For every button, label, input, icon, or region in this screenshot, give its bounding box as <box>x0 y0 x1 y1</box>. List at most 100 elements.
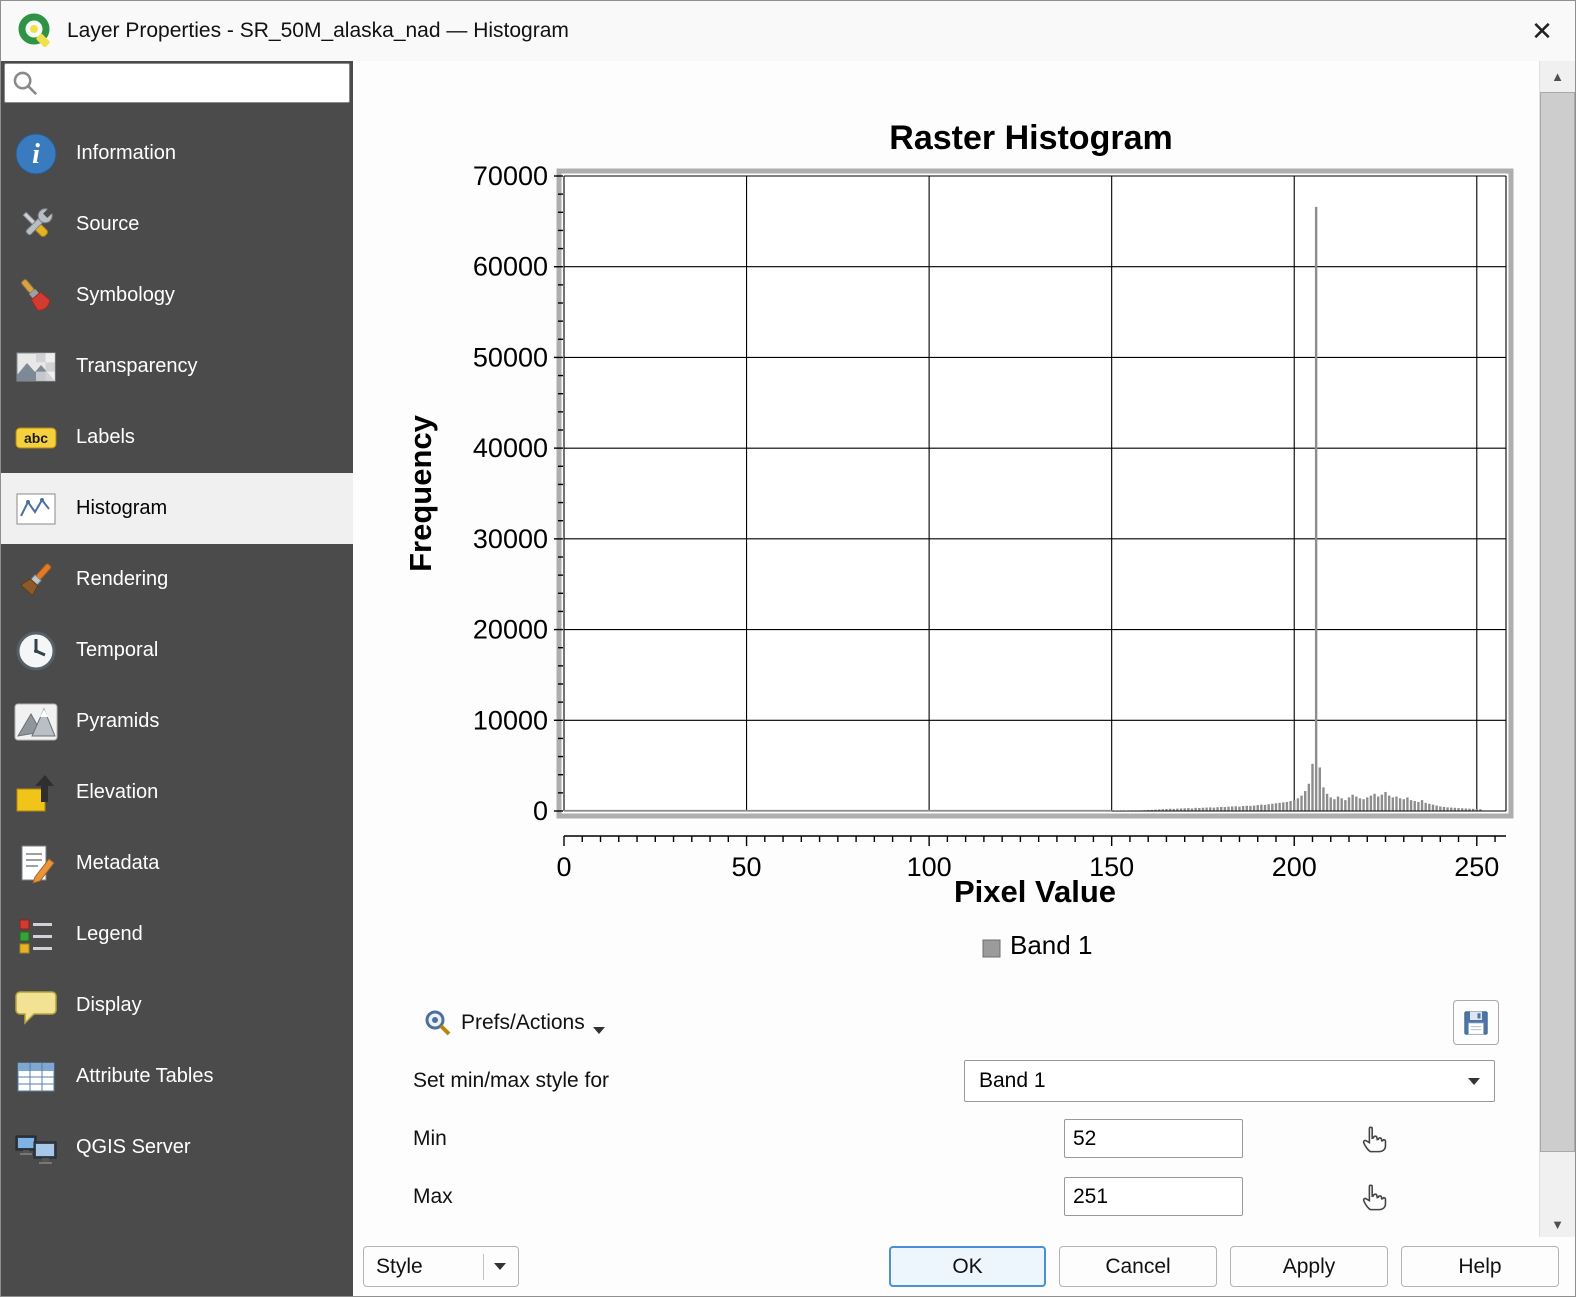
sidebar-item-source[interactable]: Source <box>1 189 353 260</box>
metadata-icon <box>14 842 58 886</box>
apply-button[interactable]: Apply <box>1230 1246 1388 1287</box>
sidebar-search-input[interactable] <box>5 64 349 102</box>
sidebar-item-temporal[interactable]: Temporal <box>1 615 353 686</box>
svg-text:Band 1: Band 1 <box>1010 930 1092 960</box>
info-icon: i <box>14 132 58 176</box>
sidebar-item-label: Display <box>76 994 142 1017</box>
window-title: Layer Properties - SR_50M_alaska_nad — H… <box>67 19 569 43</box>
pick-min-from-canvas-button[interactable] <box>1356 1119 1394 1157</box>
sidebar-item-transparency[interactable]: Transparency <box>1 331 353 402</box>
svg-text:50: 50 <box>732 852 762 882</box>
max-input[interactable] <box>1064 1177 1243 1216</box>
sidebar: i Information Source <box>1 61 353 1296</box>
svg-text:Pixel Value: Pixel Value <box>954 874 1116 909</box>
svg-text:0: 0 <box>533 796 548 826</box>
help-button[interactable]: Help <box>1401 1246 1559 1287</box>
sidebar-item-labels[interactable]: abc Labels <box>1 402 353 473</box>
svg-text:i: i <box>32 139 40 170</box>
sidebar-item-information[interactable]: i Information <box>1 118 353 189</box>
qgis-server-icon <box>14 1126 58 1170</box>
svg-text:30000: 30000 <box>473 524 548 554</box>
svg-text:70000: 70000 <box>473 166 548 191</box>
chevron-down-icon <box>1468 1078 1480 1085</box>
svg-text:10000: 10000 <box>473 705 548 735</box>
prefs-actions-button[interactable]: Prefs/Actions <box>411 1001 615 1045</box>
pyramids-icon <box>14 700 58 744</box>
sidebar-item-label: Metadata <box>76 852 159 875</box>
sidebar-item-histogram[interactable]: Histogram <box>1 473 353 544</box>
sidebar-item-label: Attribute Tables <box>76 1065 214 1088</box>
raster-histogram-chart[interactable]: 0100002000030000400005000060000700000501… <box>401 166 1516 966</box>
sidebar-search <box>4 63 350 103</box>
band-select-value: Band 1 <box>979 1069 1468 1093</box>
titlebar: Layer Properties - SR_50M_alaska_nad — H… <box>1 1 1575 61</box>
sidebar-item-label: Temporal <box>76 639 158 662</box>
sidebar-items: i Information Source <box>1 118 353 1183</box>
source-icon <box>14 203 58 247</box>
sidebar-item-attribute-tables[interactable]: Attribute Tables <box>1 1041 353 1112</box>
sidebar-item-pyramids[interactable]: Pyramids <box>1 686 353 757</box>
scroll-down-arrow[interactable]: ▼ <box>1540 1209 1575 1239</box>
ok-button[interactable]: OK <box>889 1246 1046 1287</box>
scroll-up-arrow[interactable]: ▲ <box>1540 61 1575 91</box>
prefs-actions-label: Prefs/Actions <box>461 1011 585 1035</box>
layer-properties-dialog: Layer Properties - SR_50M_alaska_nad — H… <box>0 0 1576 1297</box>
close-button[interactable]: ✕ <box>1509 1 1575 61</box>
band-select[interactable]: Band 1 <box>964 1060 1495 1102</box>
sidebar-item-label: Transparency <box>76 355 198 378</box>
main-panel: Raster Histogram 0 10000 20000 30000 40000 50… <box>353 61 1539 1237</box>
sidebar-item-legend[interactable]: Legend <box>1 899 353 970</box>
sidebar-item-label: QGIS Server <box>76 1136 190 1159</box>
save-icon <box>1461 1008 1491 1038</box>
sidebar-item-label: Symbology <box>76 284 175 307</box>
sidebar-item-display[interactable]: Display <box>1 970 353 1041</box>
save-histogram-button[interactable] <box>1453 1000 1499 1045</box>
svg-text:abc: abc <box>24 430 48 446</box>
sidebar-item-label: Rendering <box>76 568 168 591</box>
sidebar-item-qgis-server[interactable]: QGIS Server <box>1 1112 353 1183</box>
histogram-icon <box>14 487 58 531</box>
vertical-scrollbar[interactable]: ▲ ▼ <box>1539 61 1575 1239</box>
style-button-divider <box>483 1254 484 1280</box>
svg-text:50000: 50000 <box>473 342 548 372</box>
scrollbar-thumb[interactable] <box>1540 92 1575 1152</box>
style-button[interactable]: Style <box>363 1246 519 1287</box>
sidebar-item-symbology[interactable]: Symbology <box>1 260 353 331</box>
sidebar-item-label: Legend <box>76 923 143 946</box>
temporal-icon <box>14 629 58 673</box>
sidebar-item-rendering[interactable]: Rendering <box>1 544 353 615</box>
svg-text:20000: 20000 <box>473 615 548 645</box>
svg-text:Frequency: Frequency <box>403 414 438 572</box>
svg-text:200: 200 <box>1272 852 1317 882</box>
pointing-hand-icon <box>1357 1119 1393 1155</box>
sidebar-item-label: Pyramids <box>76 710 159 733</box>
legend-icon <box>14 913 58 957</box>
chart-title: Raster Histogram <box>551 119 1511 158</box>
elevation-icon <box>14 771 58 815</box>
rendering-icon <box>14 558 58 602</box>
pointing-hand-icon <box>1357 1177 1393 1213</box>
prefs-actions-icon <box>421 1007 453 1039</box>
cancel-button[interactable]: Cancel <box>1059 1246 1217 1287</box>
labels-icon: abc <box>14 416 58 460</box>
min-input[interactable] <box>1064 1119 1243 1158</box>
sidebar-item-elevation[interactable]: Elevation <box>1 757 353 828</box>
footer-bar: Style OK Cancel Apply Help <box>353 1237 1575 1296</box>
transparency-icon <box>14 345 58 389</box>
svg-text:250: 250 <box>1454 852 1499 882</box>
pick-max-from-canvas-button[interactable] <box>1356 1177 1394 1215</box>
sidebar-item-label: Histogram <box>76 497 167 520</box>
chevron-down-icon <box>494 1263 506 1270</box>
symbology-icon <box>14 274 58 318</box>
svg-text:40000: 40000 <box>473 433 548 463</box>
sidebar-item-label: Source <box>76 213 139 236</box>
sidebar-item-label: Elevation <box>76 781 158 804</box>
svg-text:60000: 60000 <box>473 252 548 282</box>
sidebar-item-metadata[interactable]: Metadata <box>1 828 353 899</box>
max-label: Max <box>413 1185 453 1209</box>
chevron-down-icon <box>593 1027 605 1034</box>
sidebar-item-label: Information <box>76 142 176 165</box>
sidebar-item-label: Labels <box>76 426 135 449</box>
style-button-label: Style <box>376 1255 423 1279</box>
attribute-tables-icon <box>14 1055 58 1099</box>
